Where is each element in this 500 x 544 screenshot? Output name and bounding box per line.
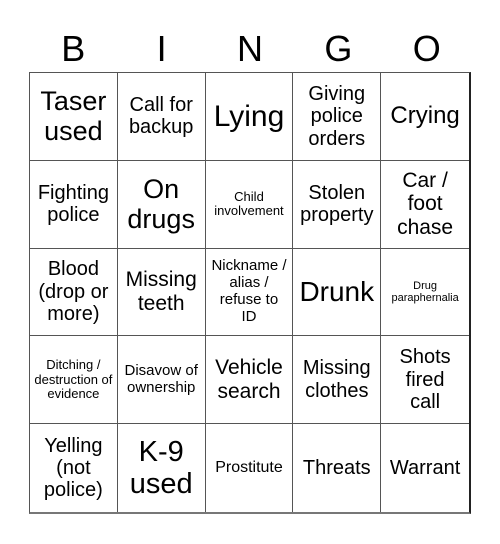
- cell-label: Fighting police: [37, 181, 109, 227]
- bingo-grid: Taser used Call for backup Lying Giving …: [29, 72, 471, 514]
- bingo-cell[interactable]: Vehicle search: [205, 336, 294, 425]
- bingo-cell[interactable]: Shots fired call: [381, 336, 469, 425]
- cell-label: Drug paraphernalia: [391, 279, 459, 304]
- bingo-cell[interactable]: Giving police orders: [293, 73, 382, 161]
- cell-label: Threats: [302, 456, 371, 479]
- bingo-cell[interactable]: Taser used: [30, 73, 118, 161]
- cell-label: Prostitute: [215, 459, 283, 477]
- bingo-cell[interactable]: Crying: [381, 73, 469, 161]
- cell-label: Lying: [213, 99, 285, 133]
- cell-label: Vehicle search: [215, 356, 283, 403]
- bingo-cell[interactable]: Call for backup: [117, 73, 206, 161]
- cell-label: Blood (drop or more): [38, 258, 109, 326]
- cell-label: Drunk: [299, 276, 375, 308]
- cell-label: Nickname / alias / refuse to ID: [211, 257, 287, 325]
- bingo-cell[interactable]: Fighting police: [30, 160, 118, 249]
- bingo-cell[interactable]: Stolen property: [293, 160, 382, 249]
- cell-label: Shots fired call: [399, 346, 451, 413]
- bingo-cell[interactable]: Car / foot chase: [381, 161, 469, 249]
- bingo-cell[interactable]: Warrant: [381, 424, 469, 512]
- bingo-cell[interactable]: Prostitute: [206, 424, 294, 512]
- cell-label: Warrant: [389, 456, 461, 479]
- bingo-cell[interactable]: Drug paraphernalia: [381, 249, 469, 337]
- cell-label: Disavow of ownership: [124, 361, 198, 396]
- bingo-cell[interactable]: Drunk: [293, 248, 382, 337]
- header-letter-b: B: [61, 28, 86, 69]
- bingo-cell[interactable]: Missing clothes: [293, 336, 382, 425]
- bingo-cell[interactable]: Nickname / alias / refuse to ID: [205, 248, 294, 337]
- header-letter-o: O: [412, 28, 441, 69]
- bingo-cell[interactable]: Missing teeth: [117, 248, 206, 337]
- bingo-cell[interactable]: Lying: [205, 73, 294, 161]
- bingo-cell[interactable]: Blood (drop or more): [30, 248, 118, 337]
- bingo-cell[interactable]: Yelling (not police): [30, 424, 118, 512]
- bingo-cell[interactable]: On drugs: [117, 160, 206, 249]
- cell-label: Stolen property: [300, 181, 374, 227]
- bingo-cell[interactable]: Child involvement: [205, 160, 294, 249]
- bingo-cell[interactable]: Disavow of ownership: [117, 336, 206, 425]
- cell-label: Crying: [390, 101, 460, 129]
- bingo-cell[interactable]: Ditching / destruction of evidence: [30, 336, 118, 425]
- cell-label: Missing clothes: [302, 357, 371, 402]
- header-letter-i: I: [156, 28, 167, 69]
- cell-label: Child involvement: [214, 188, 284, 219]
- bingo-cell[interactable]: Threats: [293, 424, 382, 512]
- cell-label: Giving police orders: [308, 82, 366, 150]
- bingo-header: B I N G O: [29, 26, 471, 72]
- cell-label: Yelling (not police): [43, 434, 103, 502]
- cell-label: Ditching / destruction of evidence: [34, 356, 113, 402]
- cell-label: K-9 used: [129, 435, 193, 501]
- cell-label: On drugs: [127, 173, 195, 235]
- header-letter-g: G: [324, 28, 353, 69]
- header-letter-n: N: [236, 28, 263, 69]
- cell-label: Call for backup: [128, 94, 194, 139]
- cell-label: Taser used: [40, 86, 107, 147]
- cell-label: Car / foot chase: [397, 168, 454, 239]
- bingo-cell[interactable]: K-9 used: [118, 424, 206, 512]
- cell-label: Missing teeth: [125, 268, 197, 315]
